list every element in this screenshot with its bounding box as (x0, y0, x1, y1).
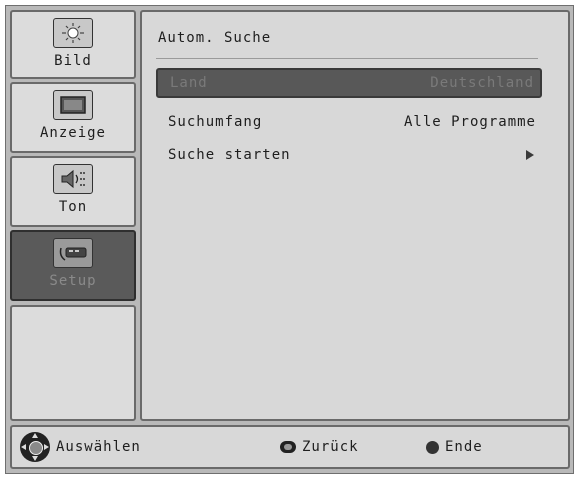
footer-exit-label: Ende (445, 439, 483, 455)
play-arrow-icon (526, 150, 534, 160)
tab-bild[interactable]: Bild (10, 10, 136, 79)
row-suchumfang-value: Alle Programme (403, 114, 536, 130)
title-divider (156, 58, 538, 59)
row-suche-starten[interactable]: Suche starten (156, 140, 542, 170)
main-panel: Autom. Suche Land Deutschland Suchumfang… (140, 10, 570, 421)
tab-anzeige-label: Anzeige (39, 125, 106, 141)
footer-select-label: Auswählen (56, 439, 141, 455)
speaker-icon (53, 164, 93, 194)
display-icon (53, 90, 93, 120)
footer-back-label: Zurück (302, 439, 359, 455)
row-land-label: Land (170, 75, 208, 91)
tab-ton-label: Ton (58, 199, 88, 215)
row-land[interactable]: Land Deutschland (156, 68, 542, 98)
row-land-value: Deutschland (430, 75, 534, 91)
tab-setup-label: Setup (49, 273, 97, 289)
footer-bar: Auswählen Zurück Ende (10, 425, 570, 469)
tab-ton[interactable]: Ton (10, 156, 136, 227)
tab-anzeige[interactable]: Anzeige (10, 82, 136, 153)
footer-select: Auswählen (20, 427, 141, 467)
exit-button-icon (426, 440, 439, 454)
row-suche-starten-label: Suche starten (168, 147, 291, 163)
row-suchumfang-label: Suchumfang (168, 114, 263, 130)
tab-bild-label: Bild (54, 53, 92, 69)
footer-back: Zurück (280, 427, 359, 467)
sun-icon (53, 18, 93, 48)
footer-exit: Ende (426, 427, 483, 467)
tab-setup[interactable]: Setup (10, 230, 136, 301)
page-title: Autom. Suche (158, 30, 272, 46)
dpad-icon (20, 432, 50, 462)
osd-menu: Bild Anzeige Ton Setup Autom. Suche Land… (5, 5, 574, 474)
sidebar-empty-area (10, 305, 136, 421)
back-button-icon (280, 441, 296, 453)
remote-setup-icon (53, 238, 93, 268)
row-suchumfang[interactable]: Suchumfang Alle Programme (156, 107, 542, 137)
